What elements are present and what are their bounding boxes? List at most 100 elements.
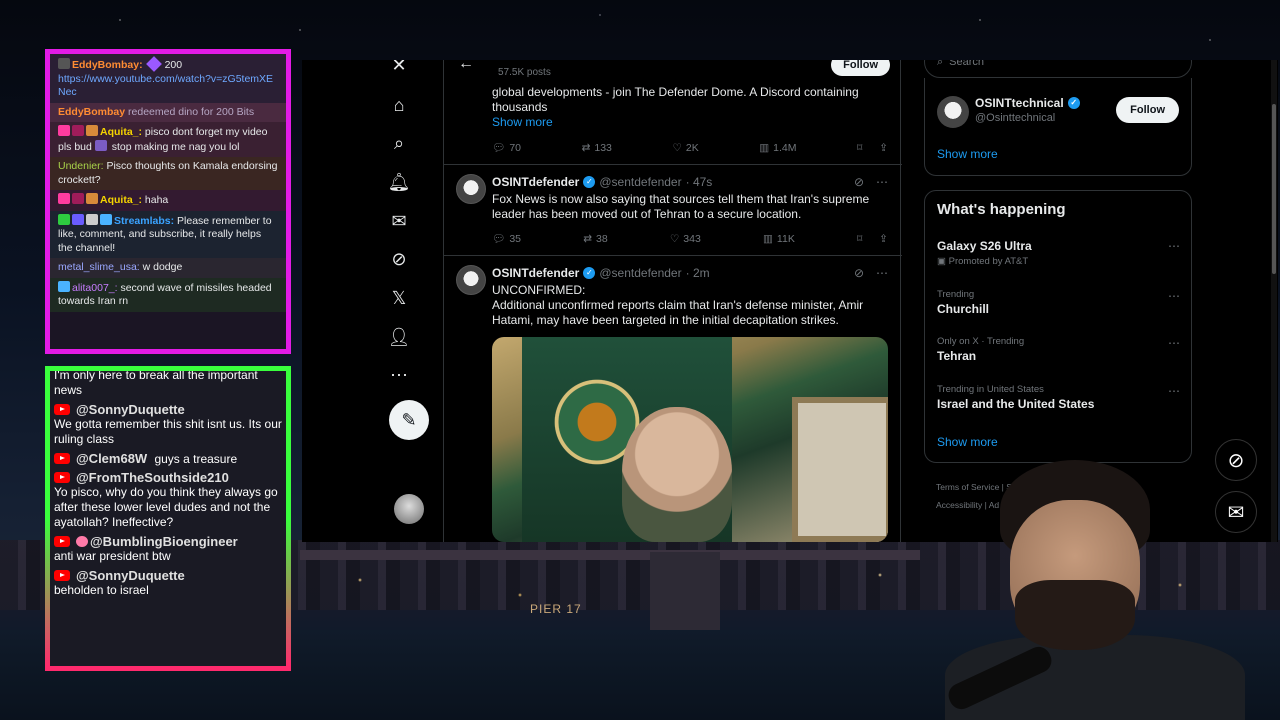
youtube-icon xyxy=(54,536,70,547)
account-avatar[interactable] xyxy=(394,494,424,524)
tweet-handle[interactable]: @sentdefender xyxy=(599,175,681,189)
tweet-author-name[interactable]: OSINTdefender xyxy=(492,175,579,189)
repost-count: 38 xyxy=(596,232,608,245)
follow-button[interactable]: Follow xyxy=(831,60,890,76)
compose-post-button[interactable]: ✎ xyxy=(389,400,429,440)
tweet-handle[interactable]: @sentdefender xyxy=(599,266,681,280)
home-icon[interactable]: ⌂ xyxy=(388,94,410,116)
tweet-text: Fox News is now also saying that sources… xyxy=(492,192,870,221)
bell-icon[interactable]: 🔔︎ xyxy=(388,171,411,193)
chat-message: EddyBombay: 200 https://www.youtube.com/w… xyxy=(50,54,286,103)
search-icon: ⌕ xyxy=(937,60,944,68)
streamlabs-badge-icon xyxy=(100,213,112,225)
tweet-avatar[interactable] xyxy=(456,265,486,295)
promoted-icon: ▣ xyxy=(937,256,946,267)
repost-count: 133 xyxy=(594,141,612,154)
tweet-header: OSINTdefender ✓ @sentdefender · 47s xyxy=(492,175,712,189)
repost-button[interactable]: ⇄ 38 xyxy=(583,232,608,245)
chat-message: alita007_: second wave of missiles heade… xyxy=(50,277,286,312)
views-button[interactable]: ▥ 1.4M xyxy=(759,141,796,154)
search-input[interactable]: ⌕ Search xyxy=(924,60,1192,78)
grok-icon[interactable]: ⊘ xyxy=(388,248,410,270)
repost-button[interactable]: ⇄ 133 xyxy=(582,141,612,154)
tweet-author-name[interactable]: OSINTdefender xyxy=(492,266,579,280)
tweet-tools: ⊘ ⋯ xyxy=(854,266,888,280)
suggested-avatar[interactable] xyxy=(937,96,969,128)
follow-button[interactable]: Follow xyxy=(1116,97,1179,123)
prime-badge-icon xyxy=(58,280,70,292)
x-logo-icon[interactable]: ✕ xyxy=(388,60,410,76)
trend-context: Trending in United States xyxy=(937,384,1044,395)
scrollbar[interactable] xyxy=(1271,60,1277,542)
more-icon[interactable]: ⋯ xyxy=(876,266,888,280)
chat-link[interactable]: https://www.youtube.com/watch?v=zG5temXE… xyxy=(58,73,273,99)
like-count: 343 xyxy=(683,232,701,245)
chat-username: metal_slime_usa: xyxy=(58,261,140,273)
tweet-time[interactable]: · 2m xyxy=(686,266,710,280)
chat-author: @SonnyDuquette xyxy=(54,568,282,583)
more-icon[interactable]: ⋯ xyxy=(1168,289,1181,303)
share-icon[interactable]: ⇪ xyxy=(879,142,888,154)
sub-badge-icon xyxy=(72,125,84,136)
chat-text: Yo pisco, why do you think they always g… xyxy=(54,485,278,529)
more-icon[interactable]: ⋯ xyxy=(1168,239,1181,253)
trend-item[interactable]: Trending Churchill ⋯ xyxy=(937,289,1181,316)
profile-icon[interactable]: 👤︎ xyxy=(388,326,411,348)
bookmark-icon[interactable]: ⌑ xyxy=(857,233,862,245)
scrollbar-thumb[interactable] xyxy=(1272,104,1276,274)
chat-message: Aquita_: pisco dont forget my video pls … xyxy=(50,122,286,157)
more-icon[interactable]: ⋯ xyxy=(388,364,410,386)
suggested-handle[interactable]: @Osinttechnical xyxy=(975,112,1055,124)
grok-icon[interactable]: ⊘ xyxy=(854,175,864,189)
reply-button[interactable]: 💬︎ 70 xyxy=(492,141,521,155)
section-title: What's happening xyxy=(937,201,1066,218)
chat-username: Undenier: xyxy=(58,160,104,172)
show-more-link[interactable]: Show more xyxy=(937,435,998,449)
show-more-link[interactable]: Show more xyxy=(492,115,888,129)
chat-username: alita007_: xyxy=(72,281,118,294)
more-icon[interactable]: ⋯ xyxy=(876,175,888,189)
posts-count: 57.5K posts xyxy=(498,67,551,78)
trend-topic: Tehran xyxy=(937,349,977,363)
share-icon[interactable]: ⇪ xyxy=(879,233,888,245)
show-more-link[interactable]: Show more xyxy=(937,147,998,161)
mail-icon[interactable]: ✉ xyxy=(388,210,410,232)
sub-badge-icon xyxy=(72,193,84,204)
more-icon[interactable]: ⋯ xyxy=(1168,336,1181,350)
chat-author-name: @SonnyDuquette xyxy=(76,568,185,583)
tweet-actions: 💬︎ 70 ⇄ 133 ♡ 2K ▥ 1.4M ⌑ ⇪ xyxy=(492,141,888,155)
bits-amount: 200 xyxy=(164,59,183,71)
back-arrow-icon[interactable]: ← xyxy=(458,60,474,73)
tweet-time[interactable]: · 47s xyxy=(686,175,713,189)
bookmark-icon[interactable]: ⌑ xyxy=(857,142,862,154)
trend-item[interactable]: Galaxy S26 Ultra ▣ Promoted by AT&T ⋯ xyxy=(937,239,1181,267)
tweet-tools: ⌑ ⇪ xyxy=(857,232,888,245)
chat-author-name: @BumblingBioengineer xyxy=(90,534,238,549)
search-icon[interactable]: ⌕ xyxy=(388,132,410,154)
chat-author: @Clem68W guys a treasure xyxy=(54,451,282,466)
trend-item[interactable]: Only on X · Trending Tehran ⋯ xyxy=(937,336,1181,363)
trend-item[interactable]: Trending in United States Israel and the… xyxy=(937,384,1181,411)
tweet-avatar[interactable] xyxy=(456,174,486,204)
chat-text: anti war president btw xyxy=(54,549,171,563)
member-badge-icon xyxy=(76,536,88,547)
chat-text: stop making me nag you lol xyxy=(108,140,240,153)
reply-button[interactable]: 💬︎ 35 xyxy=(492,232,521,246)
repost-icon: ⇄ xyxy=(581,141,591,154)
promoted-label: ▣ Promoted by AT&T xyxy=(937,256,1181,267)
like-button[interactable]: ♡ 2K xyxy=(672,141,698,154)
heart-icon: ♡ xyxy=(669,232,680,245)
gear-badge-icon xyxy=(86,213,98,225)
views-button[interactable]: ▥ 11K xyxy=(763,232,795,245)
chat-message: metal_slime_usa: w dodge xyxy=(50,258,286,278)
heart-badge-icon xyxy=(58,125,70,136)
heart-icon: ♡ xyxy=(672,141,682,154)
like-button[interactable]: ♡ 343 xyxy=(670,232,701,245)
x-premium-icon[interactable]: 𝕏 xyxy=(388,287,410,309)
grok-icon[interactable]: ⊘ xyxy=(854,266,864,280)
suggested-name[interactable]: OSINTtechnical xyxy=(975,96,1064,110)
tweet-image[interactable] xyxy=(492,337,888,542)
more-icon[interactable]: ⋯ xyxy=(1168,384,1181,398)
chat-text: guys a treasure xyxy=(154,451,238,466)
views-icon: ▥ xyxy=(763,232,773,245)
